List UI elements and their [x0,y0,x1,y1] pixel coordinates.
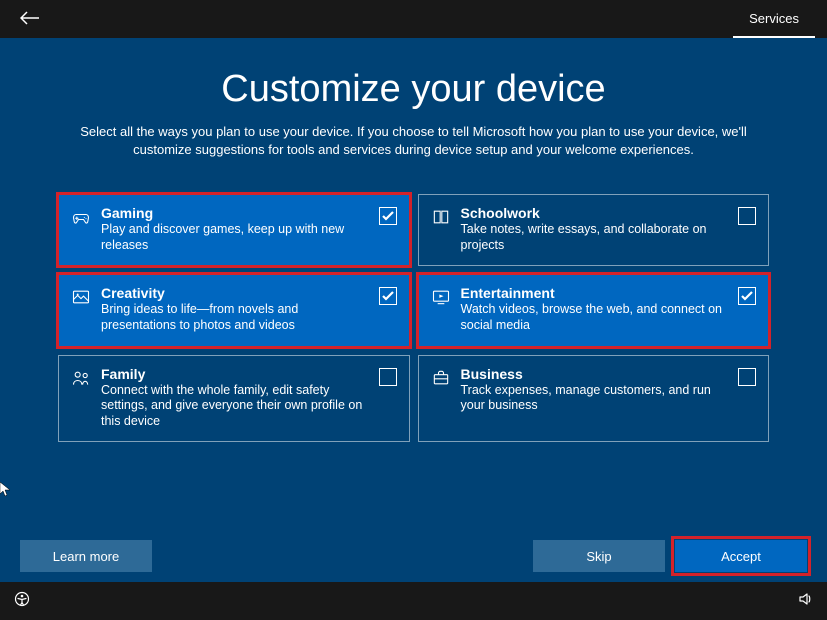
card-title: Family [101,366,371,382]
topbar: Services [0,0,827,38]
checkbox[interactable] [738,368,756,386]
accessibility-icon[interactable] [14,591,30,612]
card-desc: Take notes, write essays, and collaborat… [461,222,731,253]
card-family[interactable]: Family Connect with the whole family, ed… [58,355,410,443]
business-icon [431,368,451,388]
tab-services[interactable]: Services [733,1,815,38]
content-header: Customize your device Select all the way… [0,38,827,158]
page-title: Customize your device [20,68,807,111]
card-gaming[interactable]: Gaming Play and discover games, keep up … [58,194,410,266]
options-grid: Gaming Play and discover games, keep up … [0,158,827,442]
checkbox[interactable] [738,207,756,225]
cursor-icon [0,482,12,501]
checkbox[interactable] [379,207,397,225]
card-entertainment[interactable]: Entertainment Watch videos, browse the w… [418,274,770,346]
card-title: Business [461,366,731,382]
checkbox[interactable] [738,287,756,305]
creativity-icon [71,287,91,307]
checkbox[interactable] [379,368,397,386]
volume-icon[interactable] [797,591,813,612]
card-desc: Play and discover games, keep up with ne… [101,222,371,253]
schoolwork-icon [431,207,451,227]
card-desc: Watch videos, browse the web, and connec… [461,302,731,333]
card-desc: Connect with the whole family, edit safe… [101,383,371,430]
skip-button[interactable]: Skip [533,540,665,572]
back-arrow-icon [20,11,40,25]
card-title: Schoolwork [461,205,731,221]
accept-button[interactable]: Accept [675,540,807,572]
card-title: Entertainment [461,285,731,301]
family-icon [71,368,91,388]
card-desc: Bring ideas to life—from novels and pres… [101,302,371,333]
card-desc: Track expenses, manage customers, and ru… [461,383,731,414]
card-title: Creativity [101,285,371,301]
learn-more-button[interactable]: Learn more [20,540,152,572]
bottombar [0,582,827,620]
page-subtitle: Select all the ways you plan to use your… [64,123,764,158]
card-schoolwork[interactable]: Schoolwork Take notes, write essays, and… [418,194,770,266]
card-business[interactable]: Business Track expenses, manage customer… [418,355,770,443]
entertainment-icon [431,287,451,307]
card-title: Gaming [101,205,371,221]
gaming-icon [71,207,91,227]
footer: Learn more Skip Accept [0,540,827,582]
back-button[interactable] [12,5,48,34]
checkbox[interactable] [379,287,397,305]
card-creativity[interactable]: Creativity Bring ideas to life—from nove… [58,274,410,346]
